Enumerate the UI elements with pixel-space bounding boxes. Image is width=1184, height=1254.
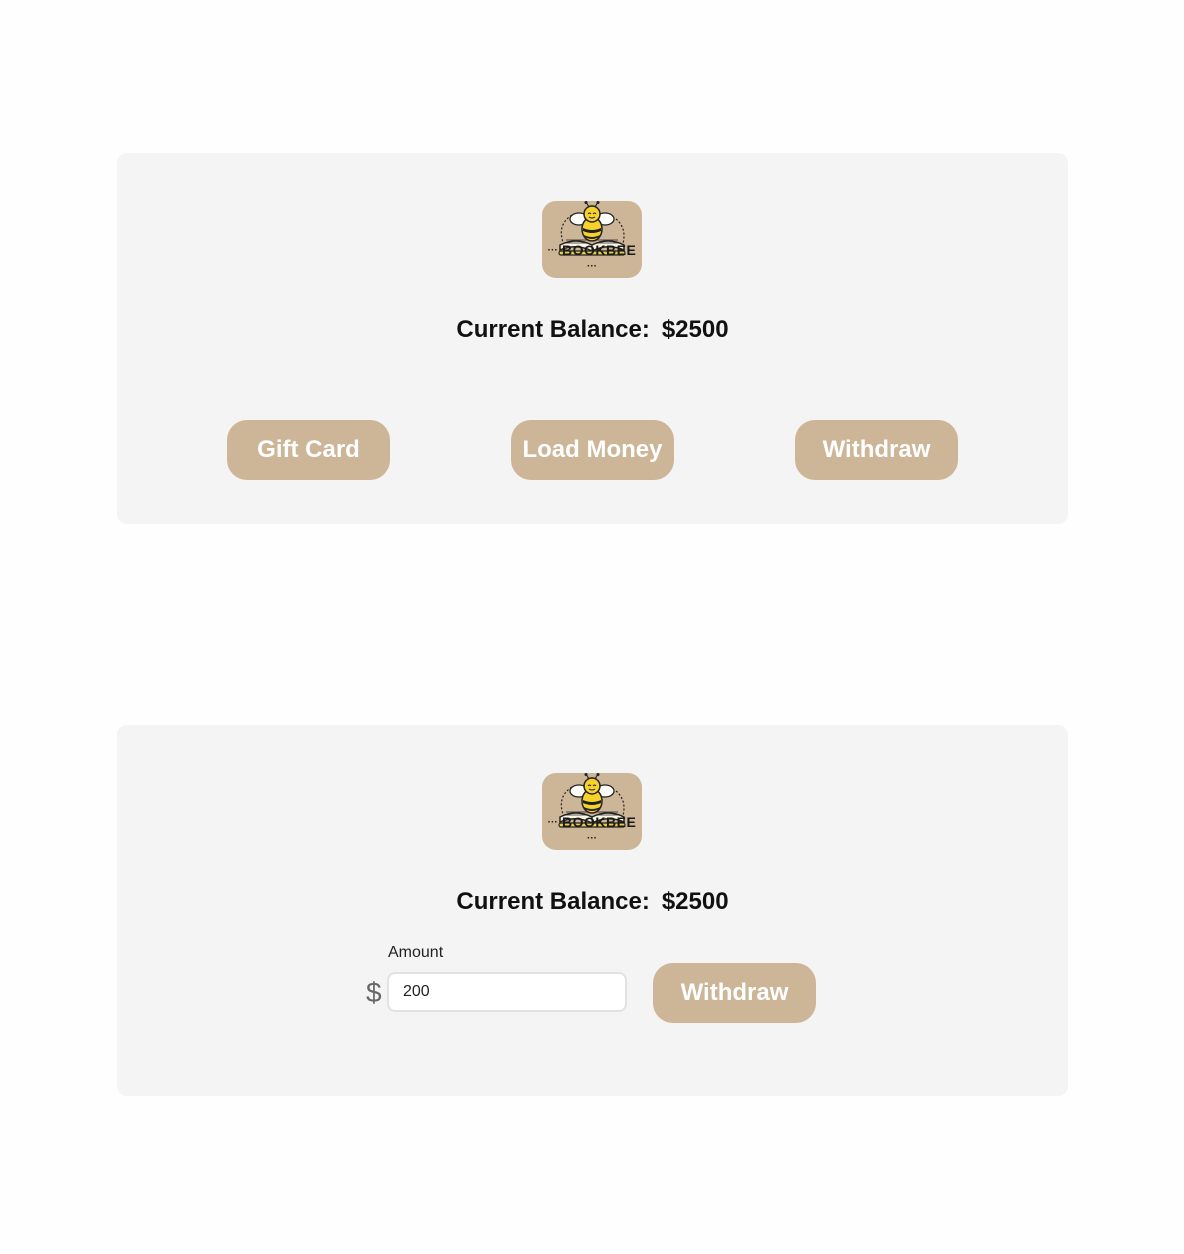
amount-input[interactable] [387,972,627,1012]
withdraw-card: ··· BOOKBEE ··· Current Balance: $2500 Am… [117,725,1068,1096]
amount-label: Amount [388,944,444,961]
bookbee-logo: ··· BOOKBEE ··· [542,773,642,850]
current-balance: Current Balance: $2500 [117,886,1068,918]
withdraw-submit-button[interactable]: Withdraw [653,963,816,1023]
logo-wordmark: ··· BOOKBEE ··· [547,814,637,844]
current-balance: Current Balance: $2500 [117,314,1068,346]
balance-value: $2500 [661,888,729,915]
currency-symbol: $ [366,977,382,1008]
balance-label: Current Balance: [456,316,650,343]
load-money-button[interactable]: Load Money [511,420,674,480]
wallet-card: ··· BOOKBEE ··· Current Balance: $2500 Gi… [117,153,1068,524]
balance-label: Current Balance: [456,888,650,915]
withdraw-button[interactable]: Withdraw [795,420,958,480]
logo-wordmark: ··· BOOKBEE ··· [547,242,637,272]
bookbee-logo: ··· BOOKBEE ··· [542,201,642,278]
gift-card-button[interactable]: Gift Card [227,420,390,480]
balance-value: $2500 [661,316,729,343]
